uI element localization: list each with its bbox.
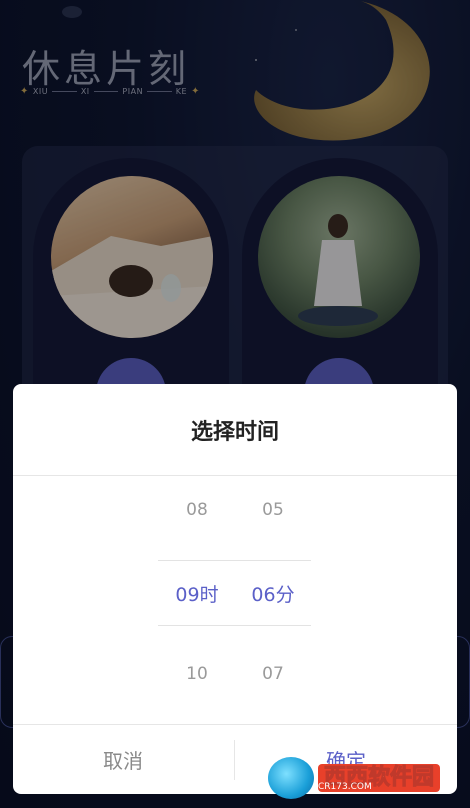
time-picker-dialog: 选择时间 08 09时 10 05 06分 07 取消 确定 bbox=[13, 384, 457, 794]
minute-option[interactable]: 05 bbox=[235, 500, 311, 520]
dialog-divider bbox=[13, 475, 457, 476]
hour-selected[interactable]: 09时 bbox=[159, 580, 235, 607]
watermark-site: CR173.COM bbox=[318, 782, 372, 792]
selection-line bbox=[158, 560, 311, 561]
minute-option[interactable]: 07 bbox=[235, 664, 311, 684]
watermark-logo-icon bbox=[268, 757, 314, 799]
hour-option[interactable]: 10 bbox=[159, 664, 235, 684]
dialog-title: 选择时间 bbox=[190, 420, 279, 445]
hour-option[interactable]: 08 bbox=[159, 500, 235, 520]
cancel-button[interactable]: 取消 bbox=[13, 725, 233, 794]
watermark: 西西软件园 bbox=[268, 756, 464, 800]
selection-line bbox=[158, 625, 311, 626]
minute-selected[interactable]: 06分 bbox=[235, 580, 311, 607]
